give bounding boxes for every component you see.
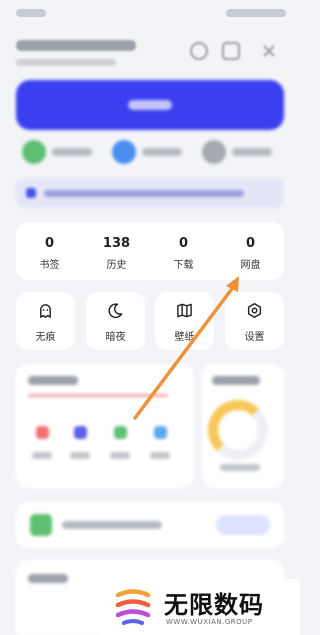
notice-text xyxy=(44,190,244,197)
promo-card-button[interactable] xyxy=(216,515,270,535)
promo-banner[interactable] xyxy=(16,80,284,130)
watermark: 无限数码 WWW.WUXIAN.GROUP xyxy=(100,579,300,635)
incognito-button[interactable]: 无痕 xyxy=(16,292,75,350)
tool-label xyxy=(110,452,130,459)
brand-logo xyxy=(115,589,151,625)
gauge-card[interactable] xyxy=(202,364,284,488)
feature-item[interactable] xyxy=(20,138,100,166)
stat-value: 0 xyxy=(245,236,256,251)
stat-label: 下载 xyxy=(173,260,194,271)
stat-value: 0 xyxy=(178,236,189,251)
close-icon[interactable] xyxy=(260,42,278,60)
gauge-label xyxy=(220,464,260,471)
tool-icon[interactable] xyxy=(154,426,167,439)
tool-icon[interactable] xyxy=(36,426,49,439)
gauge xyxy=(208,400,268,460)
status-bar xyxy=(0,0,300,26)
tool-label xyxy=(32,452,52,459)
promo-card[interactable] xyxy=(16,502,284,548)
feature-label xyxy=(232,148,272,156)
stat-cloud-drive[interactable]: 0 网盘 xyxy=(217,222,284,280)
moon-icon xyxy=(108,303,123,319)
stat-value: 138 xyxy=(102,236,131,251)
message-icon[interactable] xyxy=(222,42,240,60)
settings-button[interactable]: 设置 xyxy=(225,292,284,350)
tool-icon[interactable] xyxy=(74,426,87,439)
feature-item[interactable] xyxy=(200,138,280,166)
stat-label: 网盘 xyxy=(240,260,261,271)
bottom-card-title xyxy=(28,574,68,583)
stat-label: 书签 xyxy=(39,260,60,271)
promo-banner-label xyxy=(128,100,172,110)
feature-icon xyxy=(112,140,136,164)
tool-label xyxy=(150,452,170,459)
quick-label: 暗夜 xyxy=(105,332,126,343)
feature-item[interactable] xyxy=(110,138,190,166)
ghost-icon xyxy=(40,304,51,318)
headset-icon[interactable] xyxy=(190,42,208,60)
tool-icon[interactable] xyxy=(114,426,127,439)
gauge-card-title xyxy=(212,376,260,385)
account-subtitle xyxy=(16,59,116,66)
quick-actions: 无痕 暗夜 壁纸 设置 xyxy=(16,292,284,350)
quick-label: 无痕 xyxy=(35,332,56,343)
feature-icon xyxy=(202,140,226,164)
stat-bookmarks[interactable]: 0 书签 xyxy=(16,222,83,280)
tools-card[interactable] xyxy=(16,364,194,488)
status-icons xyxy=(226,9,286,17)
map-icon xyxy=(177,303,192,318)
notice-bar[interactable] xyxy=(16,178,284,208)
stats-card: 0 书签 138 历史 0 下载 0 网盘 xyxy=(16,222,284,280)
watermark-subtitle: WWW.WUXIAN.GROUP xyxy=(166,618,253,626)
stat-value: 0 xyxy=(44,236,55,251)
quick-label: 设置 xyxy=(244,332,265,343)
feature-label xyxy=(142,148,182,156)
dark-mode-button[interactable]: 暗夜 xyxy=(86,292,145,350)
quick-label: 壁纸 xyxy=(174,332,195,343)
app-icon xyxy=(30,514,52,536)
tools-card-title xyxy=(28,376,78,385)
account-name xyxy=(16,40,136,51)
tools-card-bar xyxy=(28,394,168,397)
stat-history[interactable]: 138 历史 xyxy=(83,222,150,280)
promo-card-text xyxy=(62,521,162,529)
account-header[interactable] xyxy=(16,38,284,72)
wallpaper-button[interactable]: 壁纸 xyxy=(155,292,214,350)
feature-label xyxy=(52,148,92,156)
feature-icon xyxy=(22,140,46,164)
stat-label: 历史 xyxy=(106,260,127,271)
hexagon-settings-icon xyxy=(247,302,262,319)
status-time xyxy=(16,9,46,17)
tool-label xyxy=(70,452,90,459)
stat-downloads[interactable]: 0 下载 xyxy=(150,222,217,280)
watermark-title: 无限数码 xyxy=(164,591,264,619)
feature-row xyxy=(16,138,284,166)
notice-icon xyxy=(26,188,36,198)
